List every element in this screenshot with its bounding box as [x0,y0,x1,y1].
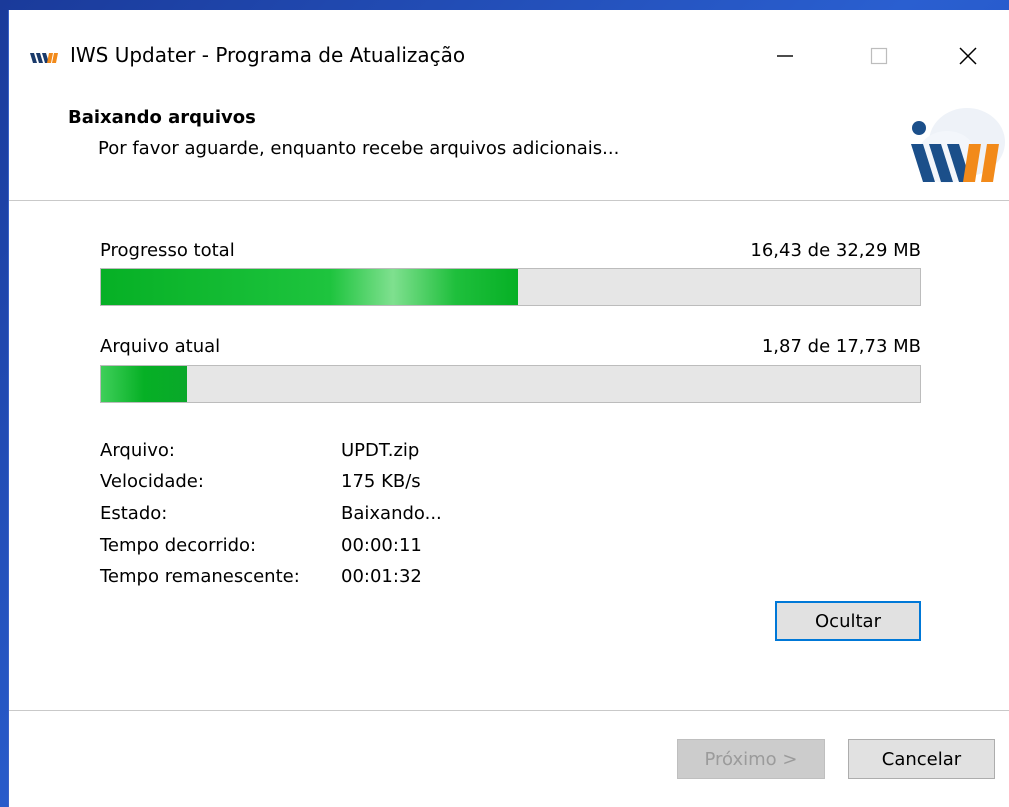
current-file-progress-fill [101,366,187,402]
maximize-button[interactable] [856,40,902,76]
minimize-icon [775,46,795,70]
detail-label-file: Arquivo: [100,440,175,461]
current-file-progress-bar [100,365,921,403]
detail-value-status: Baixando... [341,503,442,524]
total-progress-label: Progresso total [100,240,235,261]
detail-label-remaining: Tempo remanescente: [100,566,300,587]
header-title: Baixando arquivos [68,107,256,128]
detail-label-speed: Velocidade: [100,471,204,492]
current-file-value: 1,87 de 17,73 MB [761,336,921,357]
detail-value-remaining: 00:01:32 [341,566,422,587]
detail-label-elapsed: Tempo decorrido: [100,535,257,556]
current-file-label: Arquivo atual [100,336,221,357]
wizard-header: Baixando arquivos Por favor aguarde, enq… [9,102,1009,201]
footer-divider [9,710,1009,711]
window-title: IWS Updater - Programa de Atualização [70,43,466,67]
cancel-button[interactable]: Cancelar [848,739,995,779]
header-subtitle: Por favor aguarde, enquanto recebe arqui… [98,138,620,159]
next-button[interactable]: Próximo > [677,739,825,779]
detail-value-file: UPDT.zip [341,440,420,461]
wizard-content: Progresso total 16,43 de 32,29 MB Arquiv… [9,201,1009,711]
iws-logo-icon [30,49,60,65]
total-progress-bar [100,268,921,306]
total-progress-value: 16,43 de 32,29 MB [750,240,921,261]
detail-value-elapsed: 00:00:11 [341,535,422,556]
total-progress-fill [101,269,518,305]
minimize-button[interactable] [762,40,808,76]
title-bar[interactable]: IWS Updater - Programa de Atualização [9,10,1009,102]
updater-window: IWS Updater - Programa de Atualização Ba… [8,10,1009,807]
iws-logo [897,102,1009,198]
close-button[interactable] [945,40,991,76]
hide-button[interactable]: Ocultar [775,601,921,641]
maximize-icon [869,46,889,70]
close-icon [957,45,979,71]
detail-value-speed: 175 KB/s [341,471,421,492]
detail-label-status: Estado: [100,503,168,524]
